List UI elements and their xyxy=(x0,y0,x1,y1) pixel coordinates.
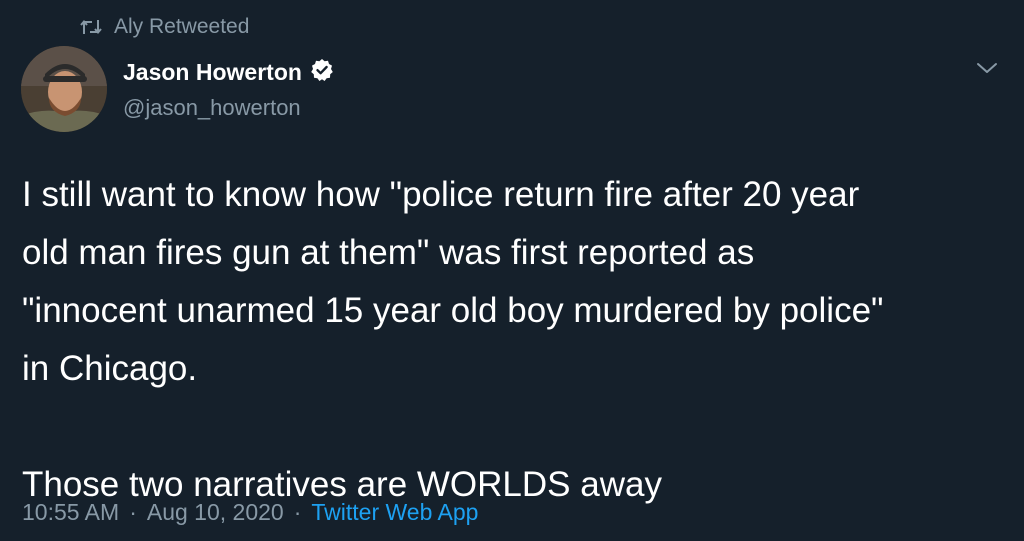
retweet-icon xyxy=(80,18,102,36)
meta-separator: · xyxy=(129,499,137,525)
tweet-meta: 10:55 AM · Aug 10, 2020 · Twitter Web Ap… xyxy=(22,499,478,526)
chevron-down-icon[interactable] xyxy=(974,58,1000,78)
tweet-time[interactable]: 10:55 AM xyxy=(22,499,119,526)
tweet-line: old man fires gun at them" was first rep… xyxy=(22,233,755,272)
verified-badge-icon xyxy=(310,58,334,87)
author-handle[interactable]: @jason_howerton xyxy=(123,95,334,121)
tweet-line: in Chicago. xyxy=(22,349,198,388)
avatar[interactable] xyxy=(21,46,107,132)
author-display-name[interactable]: Jason Howerton xyxy=(123,59,302,86)
tweet-date[interactable]: Aug 10, 2020 xyxy=(147,499,284,526)
retweet-label: Aly Retweeted xyxy=(114,15,250,38)
meta-separator: · xyxy=(293,499,302,525)
tweet-body: I still want to know how "police return … xyxy=(22,166,982,514)
retweet-context[interactable]: Aly Retweeted xyxy=(80,15,249,39)
tweet-source-link[interactable]: Twitter Web App xyxy=(311,499,478,526)
tweet-line: "innocent unarmed 15 year old boy murder… xyxy=(22,291,884,330)
tweet-author[interactable]: Jason Howerton @jason_howerton xyxy=(123,58,334,121)
tweet-line: I still want to know how "police return … xyxy=(22,175,860,214)
